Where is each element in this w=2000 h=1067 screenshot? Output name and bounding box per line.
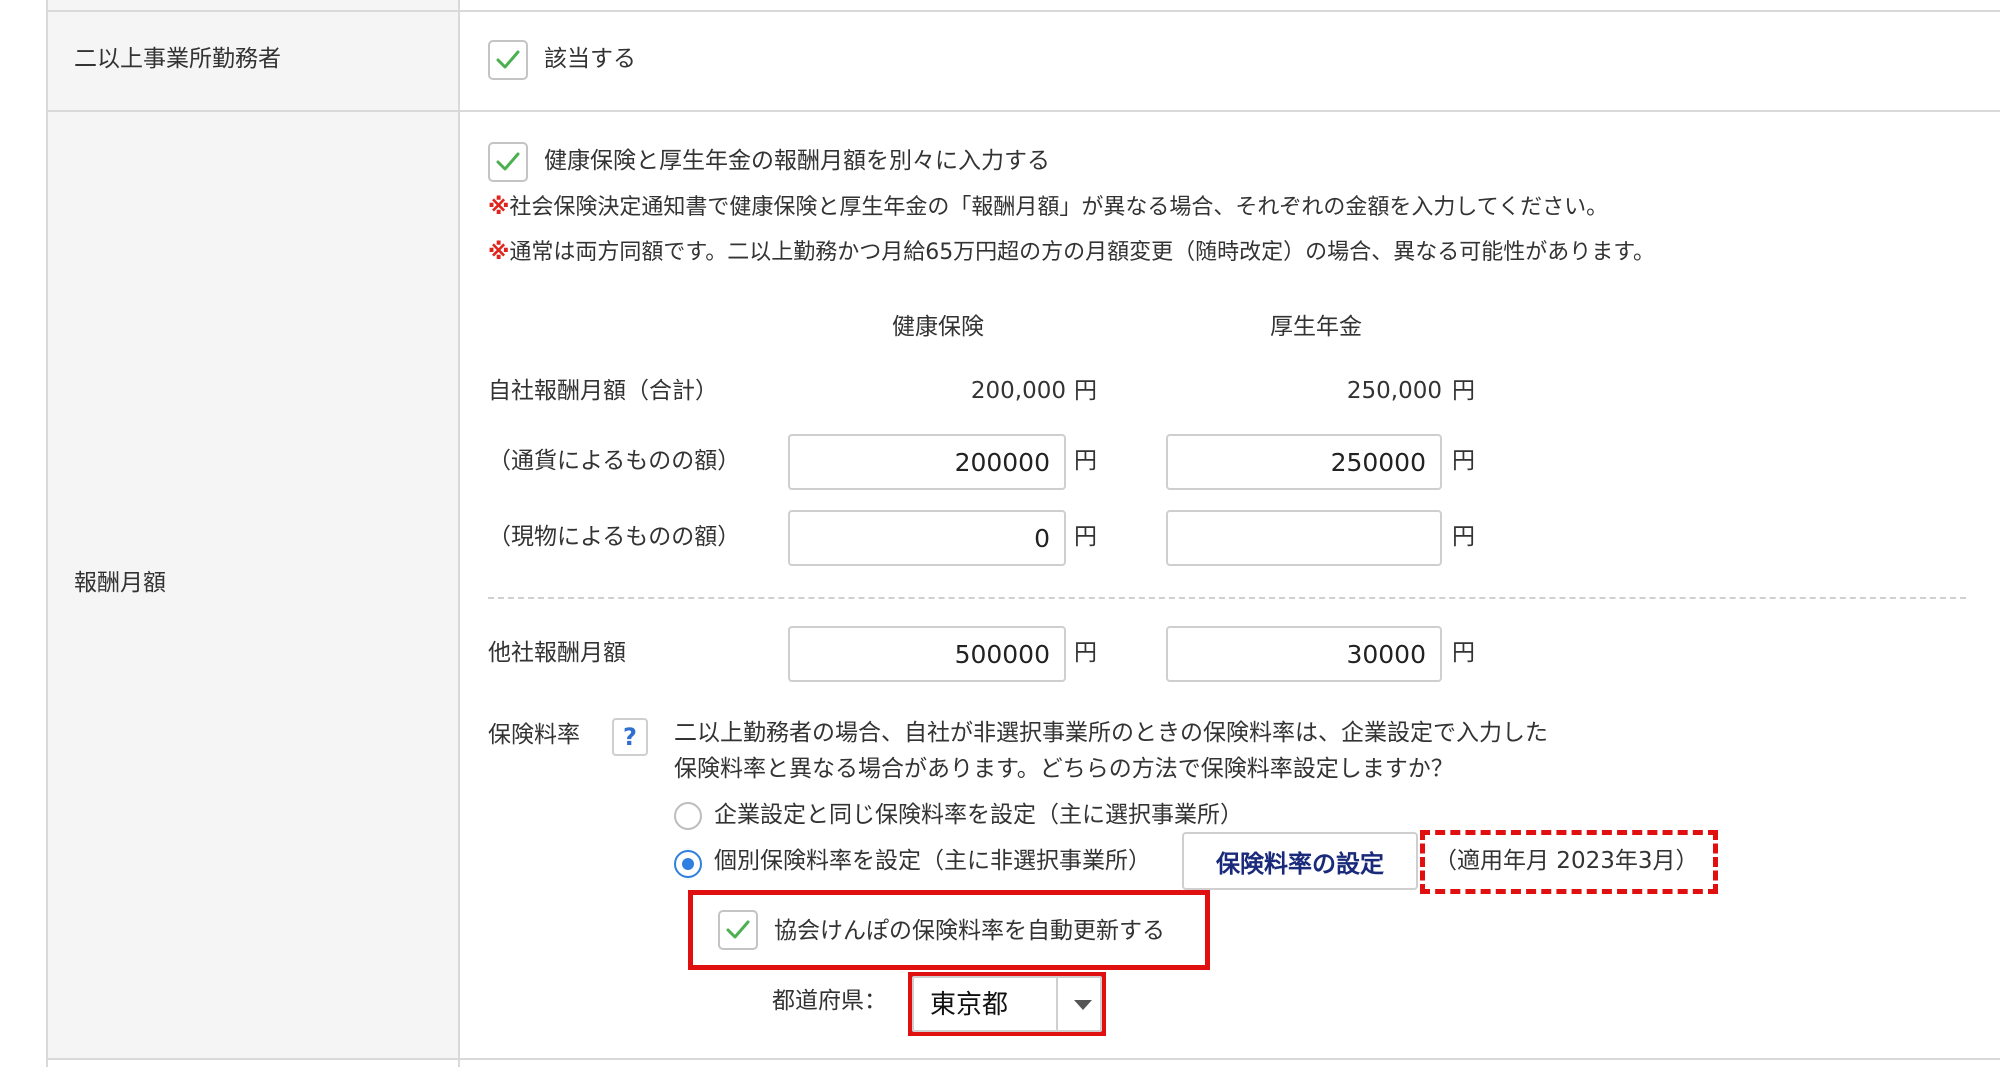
other-company-salary-pension-input[interactable]: [1166, 626, 1442, 682]
auto-update-checkbox-label: 協会けんぽの保険料率を自動更新する: [774, 918, 1165, 944]
checkmark-icon: [496, 50, 520, 69]
separate-salary-checkbox-label: 健康保険と厚生年金の報酬月額を別々に入力する: [544, 148, 1050, 174]
other-company-salary-health-input[interactable]: [788, 626, 1066, 682]
total-salary-health-value: 200,000: [970, 378, 1066, 404]
note-text: 社会保険決定通知書で健康保険と厚生年金の「報酬月額」が異なる場合、それぞれの金額…: [509, 195, 1609, 220]
select-divider: [1056, 978, 1058, 1030]
cash-salary-health-input[interactable]: [788, 434, 1066, 490]
column-header-health: 健康保険: [892, 314, 984, 340]
row-divider: [46, 1058, 2000, 1060]
in-kind-salary-label: （現物によるものの額）: [488, 524, 741, 550]
row-divider: [46, 110, 2000, 112]
yen-unit: 円: [1452, 378, 1475, 404]
multi-office-label: 二以上事業所勤務者: [74, 46, 281, 72]
multi-office-checkbox[interactable]: [488, 40, 528, 80]
help-icon[interactable]: ?: [612, 718, 648, 756]
yen-unit: 円: [1074, 524, 1097, 550]
insurance-rate-label: 保険料率: [488, 722, 580, 748]
section-divider: [488, 597, 1966, 599]
in-kind-salary-health-input[interactable]: [788, 510, 1066, 566]
yen-unit: 円: [1074, 448, 1097, 474]
table-column-divider: [458, 0, 460, 1067]
note-line-2: ※通常は両方同額です。二以上勤務かつ月給65万円超の方の月額変更（随時改定）の場…: [488, 238, 1655, 268]
auto-update-checkbox[interactable]: [718, 910, 758, 950]
radio-individual-rate[interactable]: [674, 850, 702, 878]
cash-salary-pension-input[interactable]: [1166, 434, 1442, 490]
radio-company-rate-label: 企業設定と同じ保険料率を設定（主に選択事業所）: [714, 802, 1243, 828]
multi-office-checkbox-label: 該当する: [544, 46, 636, 72]
radio-individual-rate-label: 個別保険料率を設定（主に非選択事業所）: [714, 848, 1151, 874]
yen-unit: 円: [1452, 524, 1475, 550]
note-text: 通常は両方同額です。二以上勤務かつ月給65万円超の方の月額変更（随時改定）の場合…: [509, 240, 1655, 265]
yen-unit: 円: [1452, 448, 1475, 474]
other-company-salary-label: 他社報酬月額: [488, 640, 626, 666]
note-mark: ※: [488, 195, 510, 220]
chevron-down-icon: [1074, 1000, 1092, 1010]
prefecture-select-value: 東京都: [930, 990, 1009, 1020]
insurance-rate-settings-button[interactable]: 保険料率の設定: [1182, 832, 1418, 890]
checkmark-icon: [726, 920, 750, 939]
yen-unit: 円: [1074, 640, 1097, 666]
total-salary-pension-value: 250,000: [1346, 378, 1442, 404]
checkmark-icon: [496, 152, 520, 171]
total-salary-label: 自社報酬月額（合計）: [488, 378, 718, 404]
note-line-1: ※社会保険決定通知書で健康保険と厚生年金の「報酬月額」が異なる場合、それぞれの金…: [488, 193, 1608, 223]
radio-company-rate[interactable]: [674, 802, 702, 830]
in-kind-salary-pension-input[interactable]: [1166, 510, 1442, 566]
prefecture-select[interactable]: 東京都: [912, 976, 1102, 1032]
salary-label: 報酬月額: [74, 570, 166, 596]
prefecture-label: 都道府県：: [772, 988, 887, 1014]
yen-unit: 円: [1452, 640, 1475, 666]
row-divider: [46, 10, 2000, 12]
insurance-rate-description-line-2: 保険料率と異なる場合があります。どちらの方法で保険料率設定しますか？: [674, 756, 1454, 782]
column-header-pension: 厚生年金: [1270, 314, 1362, 340]
applied-month-text: （適用年月 2023年3月）: [1434, 848, 1699, 874]
yen-unit: 円: [1074, 378, 1097, 404]
separate-salary-checkbox[interactable]: [488, 142, 528, 182]
note-mark: ※: [488, 240, 510, 265]
cash-salary-label: （通貨によるものの額）: [488, 448, 741, 474]
table-left-border: [46, 0, 48, 1067]
insurance-rate-description-line-1: 二以上勤務者の場合、自社が非選択事業所のときの保険料率は、企業設定で入力した: [674, 720, 1548, 746]
